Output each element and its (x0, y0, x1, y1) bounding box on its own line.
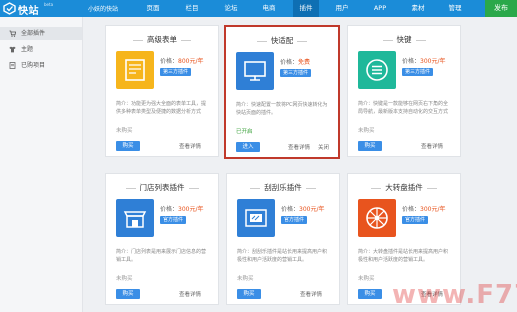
plugin-type-badge: 官方插件 (402, 216, 429, 224)
nav-columns[interactable]: 栏目 (179, 0, 205, 17)
purchase-status: 未购买 (237, 276, 254, 282)
plugin-description: 简介：门店列表是用来展示门店信息的营销工具。 (116, 249, 207, 263)
price: 价格：300元/年 (402, 58, 446, 65)
nav-ecommerce[interactable]: 电商 (256, 0, 282, 17)
sidebar-item-all-plugins[interactable]: 全部插件 (0, 27, 82, 40)
plugin-card-store-list: 门店列表插件 价格：300元/年 官方插件 简介：门店列表是用来展示门店信息的营… (105, 173, 219, 305)
publish-button[interactable]: 发布 (485, 0, 517, 17)
plugin-title: 门店列表插件 (106, 182, 218, 193)
plugin-type-badge: 第三方插件 (402, 68, 434, 76)
plugin-card-scratch-card: 刮刮乐插件 价格：300元/年 官方插件 简介：刮刮乐插件是站长用来提高用户积极… (226, 173, 340, 305)
nav-users[interactable]: 用户 (329, 0, 355, 17)
scratch-card-icon (237, 199, 275, 237)
price: 价格：800元/年 (160, 58, 204, 65)
buy-button[interactable]: 购买 (358, 289, 382, 299)
nav-forum[interactable]: 论坛 (218, 0, 244, 17)
plugin-type-badge: 第三方插件 (160, 68, 192, 76)
purchase-status: 未购买 (116, 128, 133, 134)
shirt-icon (9, 46, 16, 53)
sidebar-item-label: 已购项目 (21, 62, 46, 69)
monitor-icon (236, 52, 274, 90)
price: 价格：300元/年 (160, 206, 204, 213)
price-value: 300元/年 (299, 206, 325, 213)
view-details-link[interactable]: 查看详情 (300, 290, 322, 298)
form-icon (116, 51, 154, 89)
price-value: 800元/年 (178, 58, 204, 65)
close-plugin-link[interactable]: 关闭 (318, 143, 329, 151)
plugin-type-badge: 第三方插件 (280, 69, 312, 77)
site-name[interactable]: 小妖的快站 (88, 4, 118, 13)
plugin-description: 简介：快速配置一款将PC网页快速转化为快站页面的插件。 (236, 102, 328, 116)
price-value: 300元/年 (178, 206, 204, 213)
nav-manage[interactable]: 管理 (442, 0, 468, 17)
plugin-type-badge: 官方插件 (281, 216, 308, 224)
logo[interactable]: 快站 beta (0, 0, 60, 17)
plugin-card-quick-key: 快键 价格：300元/年 第三方插件 简介：快键是一款能够在网页右下角的全局导航… (347, 25, 461, 157)
purchase-status: 未购买 (358, 276, 375, 282)
menu-icon (358, 51, 396, 89)
plugin-card-quick-adapt: 快适配 价格：免费 第三方插件 简介：快速配置一款将PC网页快速转化为快站页面的… (224, 25, 340, 159)
plugin-description: 简介：大转盘插件是站长用来提高用户积极性和用户活跃度的营销工具。 (358, 249, 449, 263)
buy-button[interactable]: 购买 (116, 289, 140, 299)
price-value: 免费 (298, 59, 311, 66)
enabled-status: 已开启 (236, 129, 253, 135)
plugin-title: 刮刮乐插件 (227, 182, 339, 193)
plugin-description: 简介：功能更为强大全面的表单工具，提供多种表单类型及便捷的数据分析方式 (116, 101, 207, 115)
plugin-title: 快适配 (226, 35, 338, 46)
price-value: 300元/年 (420, 58, 446, 65)
sidebar: 全部插件 主题 已购项目 (0, 17, 83, 312)
nav-app[interactable]: APP (367, 0, 393, 17)
view-details-link[interactable]: 查看详情 (179, 290, 201, 298)
enter-button[interactable]: 进入 (236, 142, 260, 152)
watermark: www.F773.com (392, 280, 517, 310)
purchase-status: 未购买 (358, 128, 375, 134)
plugin-title: 大转盘插件 (348, 182, 460, 193)
view-details-link[interactable]: 查看详情 (288, 143, 310, 151)
plugin-card-advanced-form: 高级表单 价格：800元/年 第三方插件 简介：功能更为强大全面的表单工具，提供… (105, 25, 219, 157)
store-icon (116, 199, 154, 237)
sidebar-item-label: 主题 (21, 46, 34, 53)
logo-icon (3, 2, 16, 15)
cart-icon (9, 30, 16, 37)
view-details-link[interactable]: 查看详情 (179, 142, 201, 150)
document-icon (9, 62, 16, 69)
purchase-status: 未购买 (116, 276, 133, 282)
sidebar-item-label: 全部插件 (21, 30, 46, 37)
buy-button[interactable]: 购买 (358, 141, 382, 151)
nav-assets[interactable]: 素材 (405, 0, 431, 17)
logo-text: 快站 (18, 6, 39, 17)
wheel-icon (358, 199, 396, 237)
buy-button[interactable]: 购买 (116, 141, 140, 151)
plugin-title: 快键 (348, 34, 460, 45)
price: 价格：免费 (280, 59, 311, 66)
plugin-description: 简介：刮刮乐插件是站长用来提高用户积极性和用户活跃度的营销工具。 (237, 249, 328, 263)
plugin-title: 高级表单 (106, 34, 218, 45)
top-navigation-bar: 快站 beta 小妖的快站 页面 栏目 论坛 电商 插件 用户 APP 素材 管… (0, 0, 517, 17)
price-value: 300元/年 (420, 206, 446, 213)
plugin-type-badge: 官方插件 (160, 216, 187, 224)
sidebar-item-themes[interactable]: 主题 (0, 43, 82, 56)
view-details-link[interactable]: 查看详情 (421, 142, 443, 150)
buy-button[interactable]: 购买 (237, 289, 261, 299)
sidebar-item-purchased[interactable]: 已购项目 (0, 59, 82, 72)
nav-pages[interactable]: 页面 (140, 0, 166, 17)
price: 价格：300元/年 (281, 206, 325, 213)
plugin-description: 简介：快键是一款能够在网页右下角的全局导航，最新版本支持自动化的交互方式 (358, 101, 449, 115)
price: 价格：300元/年 (402, 206, 446, 213)
nav-plugins[interactable]: 插件 (293, 0, 319, 17)
logo-beta-label: beta (44, 2, 54, 7)
